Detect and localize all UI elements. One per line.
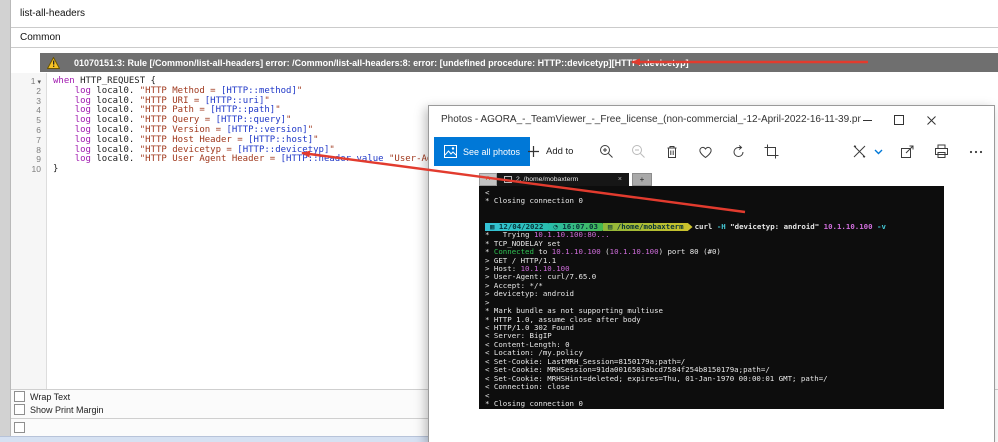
- prompt-command: -v: [877, 221, 886, 231]
- edit-create-icon: [853, 145, 866, 158]
- rule-name-label: list-all-headers: [20, 8, 86, 19]
- minimize-button[interactable]: [857, 106, 877, 134]
- error-banner: 01070151:3: Rule [/Common/list-all-heade…: [40, 53, 998, 72]
- mobaxterm-tabbar: ^ 2. /home/mobaxterm × +: [479, 173, 944, 186]
- terminal-line: < HTTP/1.0 302 Found: [485, 323, 574, 332]
- extra-checkbox[interactable]: [14, 422, 25, 433]
- zoom-out-icon: [632, 145, 645, 158]
- rule-name-header: list-all-headers: [11, 0, 998, 28]
- prompt-command: -H: [716, 221, 731, 231]
- prompt-time-segment: ◔ 16:07.03: [548, 223, 607, 231]
- maximize-icon: [894, 115, 904, 125]
- prompt-command: 10.1.10.100: [823, 221, 878, 231]
- photos-window: Photos - AGORA_-_TeamViewer_-_Free_licen…: [428, 105, 995, 442]
- new-tab-icon: +: [639, 175, 645, 184]
- heart-icon: [699, 146, 712, 158]
- print-icon: [935, 144, 948, 158]
- share-button[interactable]: [899, 143, 916, 160]
- terminal-line: > devicetyp: android: [485, 289, 574, 299]
- wrap-text-row: Wrap Text: [11, 390, 428, 403]
- see-all-photos-button[interactable]: See all photos: [434, 137, 531, 166]
- prompt-command: "devicetyp: android": [730, 221, 824, 231]
- photos-icon: [444, 145, 457, 158]
- photos-titlebar[interactable]: Photos - AGORA_-_TeamViewer_-_Free_licen…: [429, 106, 994, 134]
- show-print-margin-checkbox[interactable]: [14, 404, 25, 415]
- edit-create-dropdown[interactable]: [872, 143, 884, 160]
- terminal-tab-icon: [504, 176, 512, 183]
- prompt-cwd-segment: ▤ /home/mobaxterm: [603, 223, 693, 231]
- terminal-line: ▦ 12/04/2022 ◔ 16:07.03 ▤ /home/mobaxterm c…: [485, 223, 938, 231]
- close-button[interactable]: [921, 106, 941, 134]
- wrap-text-checkbox[interactable]: [14, 391, 25, 402]
- terminal-line: * Closing connection 0: [485, 196, 583, 206]
- photos-window-title: Photos - AGORA_-_TeamViewer_-_Free_licen…: [441, 114, 861, 125]
- edit-create-button[interactable]: [851, 143, 868, 160]
- up-chevron-icon: ^: [485, 175, 491, 184]
- crop-icon: [764, 144, 779, 159]
- left-frame-strip: [0, 0, 11, 442]
- partition-header: Common: [11, 28, 998, 48]
- terminal-line: > User-Agent: curl/7.65.0: [485, 272, 597, 282]
- see-all-photos-label: See all photos: [463, 146, 521, 157]
- prompt-date-segment: ▦ 12/04/2022: [485, 223, 552, 231]
- trash-icon: [667, 146, 676, 158]
- add-to-button[interactable]: Add to: [527, 137, 573, 166]
- delete-button[interactable]: [663, 143, 680, 160]
- zoom-in-icon: [600, 145, 613, 158]
- line-number: 10: [31, 164, 41, 175]
- minimize-icon: [862, 119, 872, 121]
- share-icon: [901, 145, 914, 158]
- terminal-line: * Closing connection 0: [485, 398, 583, 408]
- close-icon: [926, 115, 936, 125]
- error-message: 01070151:3: Rule [/Common/list-all-heade…: [74, 57, 689, 68]
- line-number-gutter: 1 ▾ 2 3 4 5 6 7 8 9 10: [11, 73, 47, 389]
- tab-close-icon: ×: [617, 176, 622, 183]
- photo-viewer-area: ^ 2. /home/mobaxterm × + < * Closing conn…: [429, 169, 994, 442]
- terminal-screenshot: ^ 2. /home/mobaxterm × + < * Closing conn…: [479, 173, 944, 409]
- ellipsis-icon: [969, 150, 982, 153]
- zoom-in-button[interactable]: [598, 143, 615, 160]
- terminal-output: < * Closing connection 0 ▦ 12/04/2022 ◔ 16…: [479, 186, 944, 409]
- see-more-button[interactable]: [967, 143, 984, 160]
- terminal-tab: 2. /home/mobaxterm ×: [497, 173, 629, 186]
- chevron-down-icon: [874, 149, 882, 154]
- bottom-status-bar: [0, 436, 428, 442]
- partition-label: Common: [20, 32, 61, 43]
- bigip-irule-editor-page: list-all-headers Common 01070151:3: Rule…: [0, 0, 998, 442]
- terminal-line: < Connection: close: [485, 382, 570, 392]
- editor-options: Wrap Text Show Print Margin: [11, 390, 428, 418]
- show-print-margin-label: Show Print Margin: [30, 404, 104, 415]
- tab-scroll-up: ^: [479, 173, 497, 186]
- rotate-icon: [733, 145, 744, 157]
- print-button[interactable]: [933, 143, 950, 160]
- warning-icon: [47, 56, 60, 69]
- new-tab-button: +: [632, 173, 652, 186]
- prompt-command: curl: [694, 221, 717, 231]
- crop-button[interactable]: [763, 143, 780, 160]
- favorite-button[interactable]: [697, 143, 714, 160]
- maximize-button[interactable]: [889, 106, 909, 134]
- extra-option-row: [11, 419, 428, 436]
- add-to-label: Add to: [546, 146, 574, 157]
- show-print-margin-row: Show Print Margin: [11, 403, 428, 416]
- terminal-tab-title: 2. /home/mobaxterm: [516, 176, 579, 183]
- fold-icon[interactable]: ▾: [36, 79, 41, 86]
- wrap-text-label: Wrap Text: [30, 391, 71, 402]
- zoom-out-button[interactable]: [630, 143, 647, 160]
- photos-toolbar: See all photos Add to: [429, 134, 994, 170]
- rotate-button[interactable]: [730, 143, 747, 160]
- plus-icon: [528, 146, 539, 157]
